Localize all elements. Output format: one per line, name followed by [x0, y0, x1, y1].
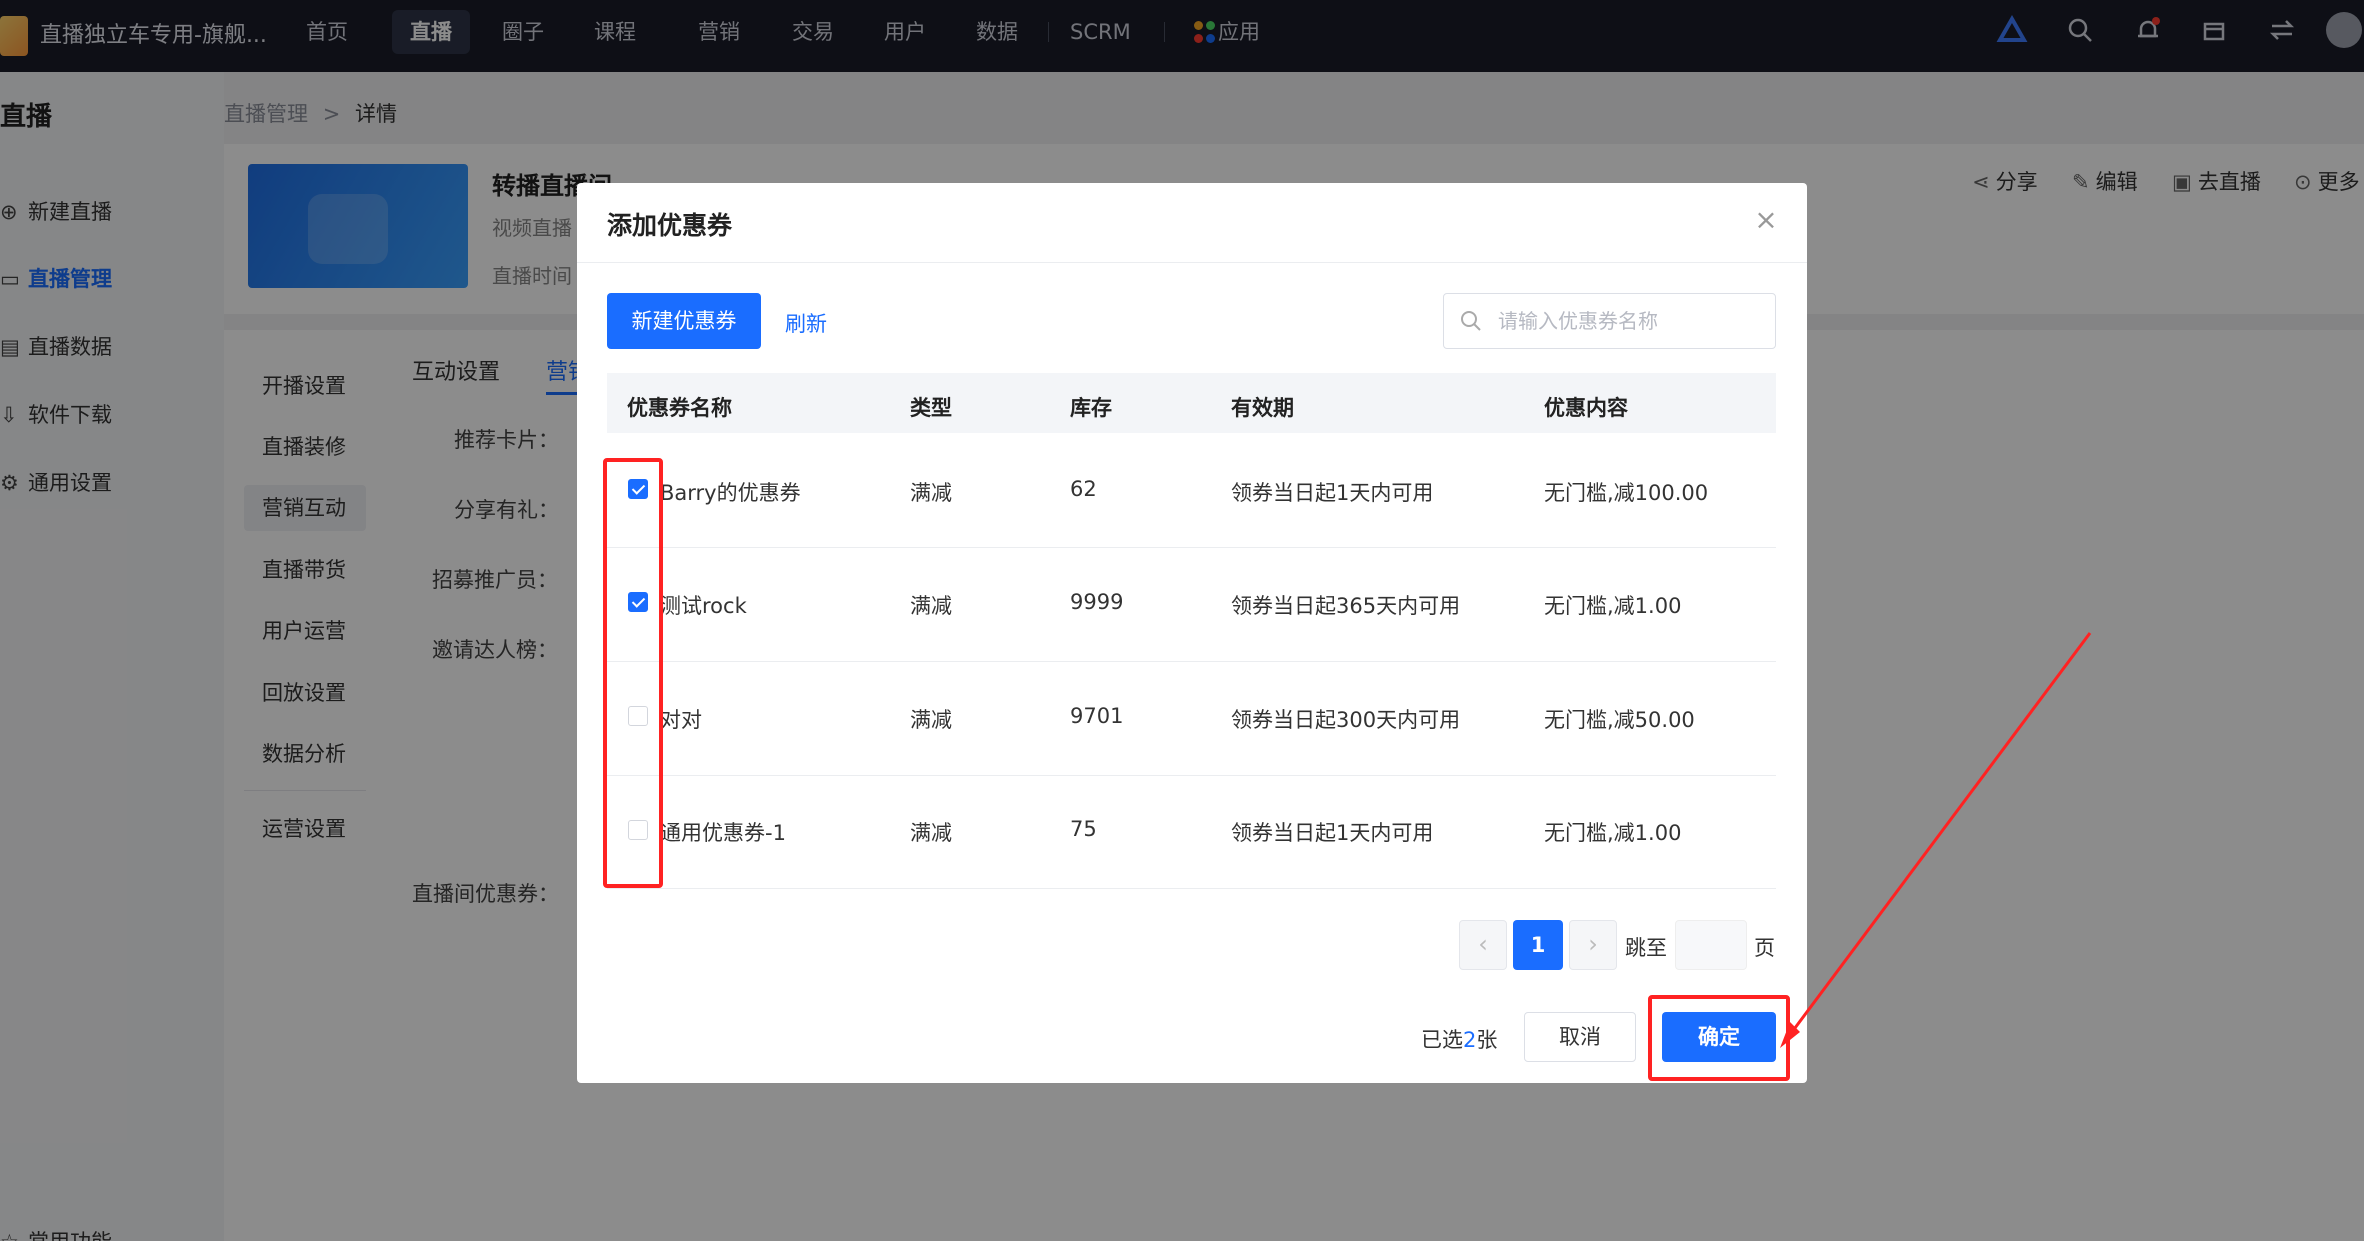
jump-page-input[interactable] [1675, 920, 1747, 970]
coupon-type: 满减 [910, 708, 952, 732]
coupon-search-input[interactable] [1498, 302, 1758, 340]
search-icon [1461, 311, 1481, 331]
column-header-type: 类型 [910, 396, 952, 420]
selected-count: 已选2张 [1421, 1028, 1498, 1052]
row-divider [607, 547, 1776, 548]
dialog-title: 添加优惠券 [607, 211, 733, 240]
coupon-content: 无门槛,减50.00 [1544, 708, 1695, 732]
annotation-box-checkboxes [603, 458, 663, 888]
annotation-box-confirm [1648, 995, 1790, 1081]
coupon-search-box [1443, 293, 1776, 349]
new-coupon-button[interactable]: 新建优惠券 [607, 293, 761, 349]
coupon-type: 满减 [910, 594, 952, 618]
coupon-name: 通用优惠券-1 [660, 821, 786, 845]
refresh-link[interactable]: 刷新 [785, 308, 827, 338]
coupon-name: Barry的优惠券 [660, 481, 801, 505]
column-header-content: 优惠内容 [1544, 396, 1628, 420]
column-header-validity: 有效期 [1231, 396, 1294, 420]
page-unit-label: 页 [1754, 936, 1775, 960]
coupon-stock: 75 [1070, 817, 1097, 841]
cancel-button[interactable]: 取消 [1524, 1012, 1636, 1062]
next-page-button[interactable]: › [1569, 920, 1617, 970]
close-icon[interactable]: × [1752, 206, 1780, 234]
page-1-button[interactable]: 1 [1513, 920, 1563, 970]
coupon-name: 测试rock [660, 594, 747, 618]
coupon-content: 无门槛,减1.00 [1544, 821, 1682, 845]
coupon-type: 满减 [910, 821, 952, 845]
coupon-validity: 领券当日起300天内可用 [1231, 708, 1461, 732]
prev-page-button[interactable]: ‹ [1459, 920, 1507, 970]
coupon-validity: 领券当日起1天内可用 [1231, 481, 1434, 505]
row-divider [607, 661, 1776, 662]
coupon-validity: 领券当日起1天内可用 [1231, 821, 1434, 845]
coupon-stock: 62 [1070, 477, 1097, 501]
coupon-content: 无门槛,减1.00 [1544, 594, 1682, 618]
column-header-name: 优惠券名称 [627, 396, 732, 420]
row-divider [607, 775, 1776, 776]
jump-to-label: 跳至 [1625, 936, 1667, 960]
coupon-stock: 9999 [1070, 590, 1124, 614]
coupon-stock: 9701 [1070, 704, 1124, 728]
coupon-name: 对对 [660, 708, 702, 732]
row-divider [607, 888, 1776, 889]
coupon-type: 满减 [910, 481, 952, 505]
coupon-content: 无门槛,减100.00 [1544, 481, 1709, 505]
coupon-validity: 领券当日起365天内可用 [1231, 594, 1461, 618]
dialog-header-divider [577, 262, 1807, 263]
column-header-stock: 库存 [1070, 396, 1112, 420]
